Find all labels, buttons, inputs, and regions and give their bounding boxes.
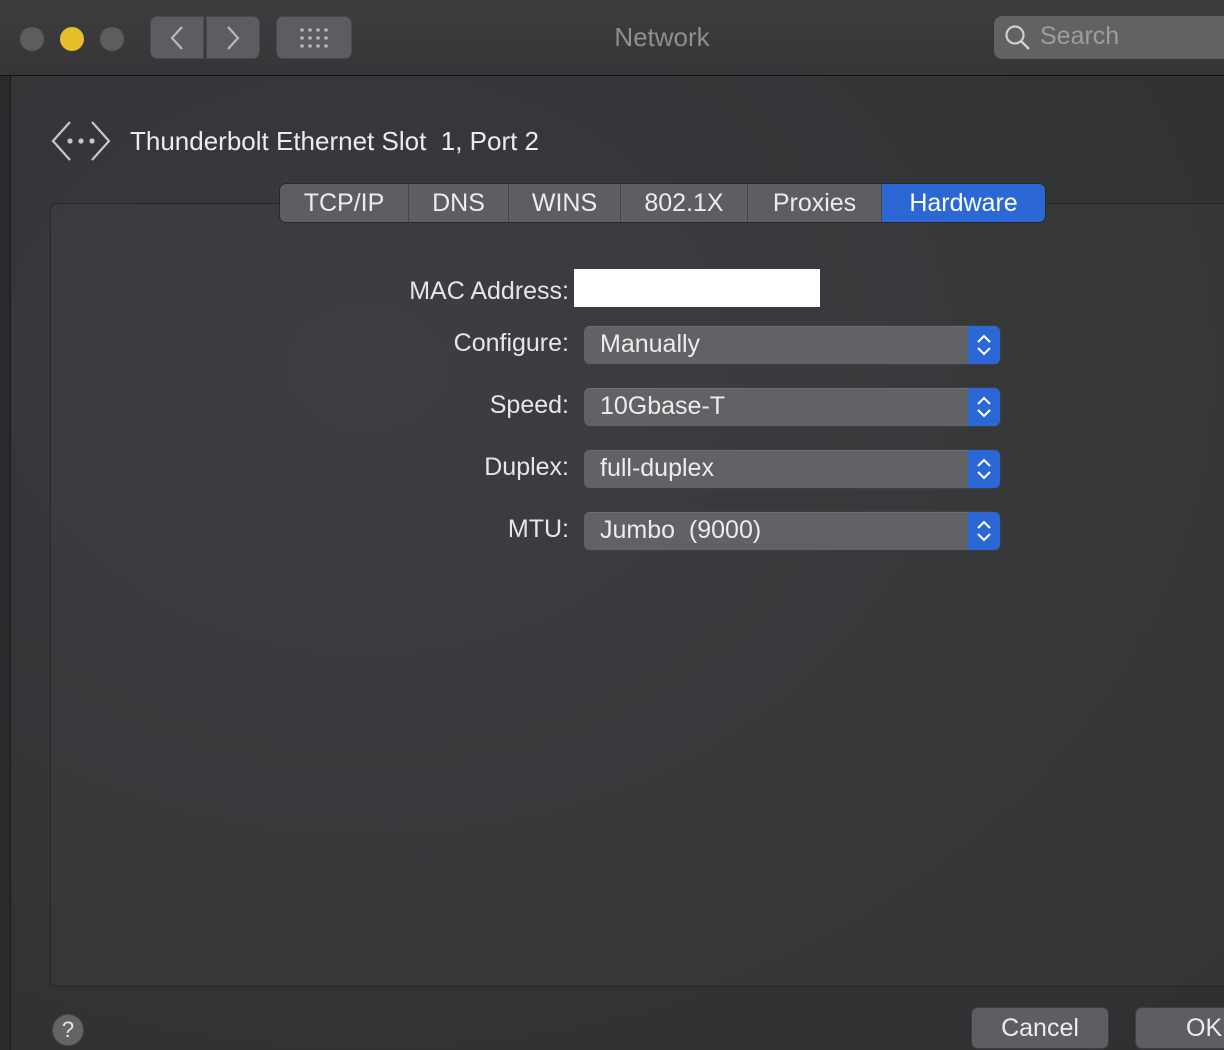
configure-value: Manually (600, 330, 701, 358)
interface-name: Thunderbolt Ethernet Slot 1, Port 2 (130, 125, 540, 156)
mtu-popup[interactable]: Jumbo (9000) (584, 512, 1000, 550)
close-window-button[interactable] (20, 27, 44, 51)
configure-stepper (968, 326, 1000, 364)
forward-button[interactable] (206, 16, 260, 59)
speed-popup[interactable]: 10Gbase-T (584, 388, 1000, 426)
tab-bar: TCP/IP DNS WINS 802.1X Proxies Hardware (280, 184, 1045, 222)
duplex-popup[interactable]: full-duplex (584, 450, 1000, 488)
interface-header: Thunderbolt Ethernet Slot 1, Port 2 (50, 116, 539, 166)
duplex-label: Duplex: (484, 453, 569, 481)
title-bar: Network Search (0, 0, 1224, 76)
tab-dns[interactable]: DNS (409, 184, 509, 222)
ok-button[interactable]: OK (1136, 1008, 1224, 1048)
mac-address-label: MAC Address: (409, 277, 569, 305)
mtu-stepper (968, 512, 1000, 550)
zoom-window-button[interactable] (100, 27, 124, 51)
tab-8021x[interactable]: 802.1X (621, 184, 748, 222)
window-left-edge (0, 76, 11, 1050)
duplex-value: full-duplex (600, 454, 714, 482)
help-button[interactable]: ? (52, 1014, 84, 1046)
show-all-button[interactable] (276, 16, 352, 59)
up-down-chevron-icon (977, 458, 991, 480)
up-down-chevron-icon (977, 520, 991, 542)
mtu-label: MTU: (507, 515, 569, 543)
settings-panel (50, 203, 1224, 987)
cancel-button[interactable]: Cancel (972, 1008, 1108, 1048)
speed-label: Speed: (489, 391, 569, 419)
duplex-stepper (968, 450, 1000, 488)
network-preferences-window: Network Search Thunderbolt Ethernet Slot… (0, 0, 1224, 1050)
chevron-left-icon (170, 25, 183, 50)
configure-label: Configure: (453, 329, 569, 357)
tab-hardware[interactable]: Hardware (882, 184, 1045, 222)
up-down-chevron-icon (977, 334, 991, 356)
mac-address-value (574, 269, 820, 307)
ethernet-arrows-icon (51, 121, 111, 161)
up-down-chevron-icon (977, 396, 991, 418)
configure-popup[interactable]: Manually (584, 326, 1000, 364)
search-placeholder: Search (1040, 22, 1120, 50)
grid-icon (300, 27, 328, 48)
window-title: Network (614, 22, 710, 52)
tab-proxies[interactable]: Proxies (748, 184, 882, 222)
minimize-window-button[interactable] (60, 27, 84, 51)
tab-wins[interactable]: WINS (509, 184, 621, 222)
speed-value: 10Gbase-T (600, 392, 726, 420)
search-field[interactable]: Search (994, 16, 1224, 59)
mtu-value: Jumbo (9000) (600, 516, 762, 544)
speed-stepper (968, 388, 1000, 426)
back-button[interactable] (150, 16, 204, 59)
chevron-right-icon (227, 25, 240, 50)
search-icon (1005, 25, 1030, 50)
tab-tcpip[interactable]: TCP/IP (280, 184, 409, 222)
